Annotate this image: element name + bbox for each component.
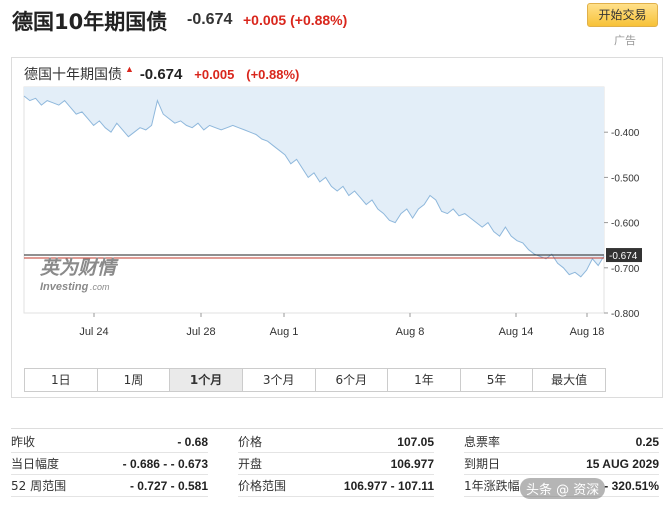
investing-logo-en: Investing: [40, 281, 89, 293]
stat-value: - 0.686 - - 0.673: [122, 457, 208, 471]
stat-label: 到期日: [464, 457, 501, 471]
x-tick-label: Aug 1: [270, 326, 299, 338]
stat-label: 价格范围: [238, 479, 287, 493]
time-range-selector: 1日 1周 1个月 3个月 6个月 1年 5年 最大值: [24, 368, 606, 392]
stat-value: 107.05: [397, 435, 434, 449]
chart-change-pct: (+0.88%): [246, 67, 300, 82]
range-button-3[interactable]: 3个月: [243, 369, 316, 391]
x-tick-label: Jul 24: [79, 326, 108, 338]
page-header: 德国10年期国债 -0.674 +0.005 (+0.88%) 开始交易 广告: [0, 0, 663, 52]
x-tick-label: Aug 8: [396, 326, 425, 338]
investing-logo-cn: 英为财情: [40, 257, 119, 279]
stats-divider: [11, 428, 663, 429]
stat-value: - 0.68: [177, 435, 208, 449]
y-tick-label: -0.600: [611, 219, 640, 230]
x-tick-label: Jul 28: [186, 326, 215, 338]
price-chart[interactable]: -0.400 -0.500 -0.600 -0.700 -0.800 Jul 24 Jul …: [12, 58, 662, 358]
y-tick-label: -0.700: [611, 264, 640, 275]
stat-label: 昨收: [11, 435, 36, 449]
x-tick-label: Aug 14: [499, 326, 534, 338]
range-button-6[interactable]: 5年: [461, 369, 534, 391]
stat-row: 开盘 106.977: [238, 453, 434, 475]
stat-row: 息票率 0.25: [464, 431, 659, 453]
stat-row: 当日幅度 - 0.686 - - 0.673: [11, 453, 208, 475]
header-price: -0.674: [187, 11, 233, 28]
stat-row: 52 周范围 - 0.727 - 0.581: [11, 475, 208, 497]
stat-label: 开盘: [238, 457, 263, 471]
start-trading-button[interactable]: 开始交易: [587, 3, 658, 27]
page-title: 德国10年期国债: [12, 10, 168, 34]
header-change: +0.005 (+0.88%): [243, 12, 348, 28]
y-tick-label: -0.500: [611, 173, 640, 184]
y-tick-label: -0.800: [611, 309, 640, 320]
chart-instrument-name: 德国十年期国债: [24, 67, 122, 83]
stat-row: 价格范围 106.977 - 107.11: [238, 475, 434, 497]
range-button-5[interactable]: 1年: [388, 369, 461, 391]
stat-value: - 0.727 - 0.581: [129, 479, 208, 493]
y-tick-label: -0.400: [611, 128, 640, 139]
range-button-1[interactable]: 1周: [98, 369, 171, 391]
range-button-4[interactable]: 6个月: [316, 369, 389, 391]
stat-value: 106.977: [390, 457, 434, 471]
range-button-0[interactable]: 1日: [25, 369, 98, 391]
range-button-2[interactable]: 1个月: [170, 369, 243, 391]
stat-row: 价格 107.05: [238, 431, 434, 453]
stat-label: 价格: [238, 435, 263, 449]
stat-value: 0.25: [635, 435, 659, 449]
stat-label: 52 周范围: [11, 479, 67, 493]
stat-row: 昨收 - 0.68: [11, 431, 208, 453]
stat-value: - 320.51%: [604, 479, 659, 493]
overlay-watermark: 头条 @ 资深: [520, 478, 606, 499]
stat-label: 1年涨跌幅: [464, 479, 520, 493]
ad-label: 广告: [614, 34, 636, 47]
stat-row: 到期日 15 AUG 2029: [464, 453, 659, 475]
chart-change: +0.005: [194, 67, 235, 82]
stat-value: 106.977 - 107.11: [343, 479, 434, 493]
chart-title-row: 德国十年期国债 ▲ -0.674 +0.005 (+0.88%): [24, 64, 299, 84]
range-button-7[interactable]: 最大值: [533, 369, 605, 391]
x-tick-label: Aug 18: [570, 326, 605, 338]
current-price-tag-label: -0.674: [609, 251, 638, 262]
stat-label: 当日幅度: [11, 457, 60, 471]
chart-price: -0.674: [139, 66, 183, 83]
up-arrow-icon: ▲: [125, 64, 134, 74]
investing-logo-dot-com: .com: [90, 282, 110, 292]
chart-card: -0.400 -0.500 -0.600 -0.700 -0.800 Jul 24 Jul …: [11, 57, 663, 398]
stat-value: 15 AUG 2029: [586, 457, 659, 471]
stat-label: 息票率: [464, 435, 501, 449]
